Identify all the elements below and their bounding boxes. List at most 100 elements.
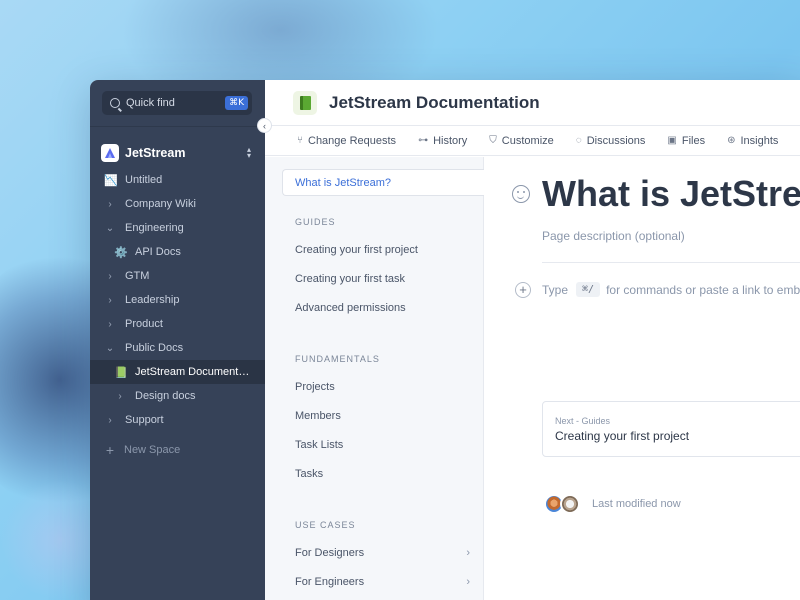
page-tree-item[interactable]: Task Lists: [295, 439, 470, 451]
chevron-right-icon[interactable]: ›: [104, 415, 116, 426]
quick-find-label: Quick find: [126, 97, 175, 109]
sidebar-item-engineering[interactable]: ⌄ Engineering: [90, 216, 265, 240]
chevron-right-icon[interactable]: ›: [104, 319, 116, 330]
next-page-label: Next - Guides: [555, 416, 611, 426]
tab-files[interactable]: ▣ Files: [667, 135, 705, 147]
sidebar: Quick find ⌘K JetStream ▴ ▾ 📉 Untitled › …: [90, 80, 265, 600]
workspace-name: JetStream: [125, 146, 186, 160]
tab-insights[interactable]: ⊛ Insights: [727, 135, 778, 147]
type-prefix: Type: [542, 282, 569, 297]
page-header: JetStream Documentation: [265, 80, 800, 126]
chevron-down-icon[interactable]: ⌄: [104, 343, 116, 354]
sidebar-nav: 📉 Untitled › Company Wiki ⌄ Engineering …: [90, 168, 265, 462]
page-tree-item[interactable]: Tasks: [295, 468, 470, 480]
editor-placeholder[interactable]: Type ⌘/ for commands or paste a link to …: [542, 282, 800, 297]
chevron-right-icon[interactable]: ›: [104, 271, 116, 282]
sidebar-item-label: Product: [125, 318, 163, 330]
sidebar-item-label: GTM: [125, 270, 150, 282]
sidebar-item-label: Support: [125, 414, 164, 426]
sidebar-item-label: API Docs: [135, 246, 181, 258]
sidebar-item-label: Design docs: [135, 390, 196, 402]
add-emoji-icon[interactable]: [512, 185, 530, 203]
sidebar-item-label: Leadership: [125, 294, 180, 306]
page-content: What is JetStream? Page description (opt…: [484, 157, 800, 600]
chat-icon: ◌: [575, 135, 582, 146]
sidebar-item-untitled[interactable]: 📉 Untitled: [90, 168, 265, 192]
chevron-right-icon[interactable]: ›: [466, 547, 470, 559]
book-icon[interactable]: [293, 90, 317, 115]
plus-icon: +: [105, 442, 115, 458]
type-suffix: for commands or paste a link to embed co…: [606, 282, 800, 297]
sidebar-item-product[interactable]: › Product: [90, 312, 265, 336]
section-heading-use-cases: USE CASES: [295, 520, 356, 530]
page-tree-item[interactable]: Advanced permissions: [295, 302, 470, 314]
page-tree-item[interactable]: Creating your first project: [295, 244, 470, 256]
page-title[interactable]: What is JetStream?: [542, 173, 800, 215]
command-shortcut: ⌘/: [576, 282, 601, 297]
search-icon: [110, 98, 120, 108]
sidebar-item-support[interactable]: › Support: [90, 408, 265, 432]
book-emoji-icon: 📗: [114, 366, 128, 379]
sidebar-divider: [90, 126, 265, 127]
section-heading-fundamentals: FUNDAMENTALS: [295, 354, 380, 364]
quick-find-shortcut: ⌘K: [225, 96, 248, 110]
collapse-sidebar-button[interactable]: ‹: [257, 118, 272, 133]
chevron-right-icon[interactable]: ›: [104, 199, 116, 210]
tab-label: History: [433, 134, 468, 147]
sidebar-item-label: Engineering: [125, 222, 184, 234]
sidebar-item-api-docs[interactable]: ⚙️ API Docs: [90, 240, 265, 264]
image-icon: ▣: [667, 135, 677, 146]
chevron-right-icon[interactable]: ›: [104, 295, 116, 306]
chart-emoji-icon: 📉: [104, 174, 118, 187]
jetstream-logo-icon: [101, 144, 119, 162]
branch-icon: ⑂: [297, 135, 303, 146]
chevron-right-icon[interactable]: ›: [114, 391, 126, 402]
gear-emoji-icon: ⚙️: [114, 246, 128, 259]
quick-find-button[interactable]: Quick find ⌘K: [102, 91, 252, 115]
avatar[interactable]: [560, 494, 580, 514]
insights-icon: ⊛: [727, 135, 736, 146]
brush-icon: ⛉: [489, 135, 497, 146]
page-tree-item[interactable]: Projects: [295, 381, 470, 393]
workspace-switcher[interactable]: JetStream ▴ ▾: [101, 144, 251, 162]
page-tree: What is JetStream? GUIDES Creating your …: [265, 157, 484, 600]
tab-label: Files: [681, 134, 706, 147]
page-tree-item[interactable]: For Designers ›: [295, 547, 470, 559]
page-tree-item[interactable]: Members: [295, 410, 470, 422]
contributors: Last modified now: [544, 494, 681, 514]
page-tree-item-active[interactable]: What is JetStream?: [282, 169, 484, 196]
sidebar-item-leadership[interactable]: › Leadership: [90, 288, 265, 312]
page-tree-item[interactable]: Creating your first task: [295, 273, 470, 285]
next-page-card[interactable]: Next - Guides Creating your first projec…: [542, 401, 800, 457]
tab-history[interactable]: ⊶ History: [418, 135, 467, 147]
sidebar-item-public-docs[interactable]: ⌄ Public Docs: [90, 336, 265, 360]
add-block-icon[interactable]: +: [515, 282, 531, 298]
sidebar-item-label: Public Docs: [125, 342, 184, 354]
page-description-input[interactable]: Page description (optional): [542, 229, 685, 243]
toolbar-tabs: ⑂ Change Requests ⊶ History ⛉ Customize …: [265, 126, 800, 156]
tab-label: Discussions: [586, 134, 646, 147]
last-modified-text: Last modified now: [592, 498, 681, 510]
next-page-title: Creating your first project: [555, 429, 690, 443]
sidebar-item-company-wiki[interactable]: › Company Wiki: [90, 192, 265, 216]
tab-change-requests[interactable]: ⑂ Change Requests: [297, 135, 396, 147]
page-tree-item[interactable]: For Engineers ›: [295, 576, 470, 588]
chevron-down-icon[interactable]: ⌄: [104, 223, 116, 234]
sidebar-item-jetstream-documentation[interactable]: 📗 JetStream Document…: [90, 360, 265, 384]
new-space-button[interactable]: + New Space: [90, 438, 265, 462]
sidebar-item-gtm[interactable]: › GTM: [90, 264, 265, 288]
sidebar-item-label: Company Wiki: [125, 198, 196, 210]
sidebar-item-design-docs[interactable]: › Design docs: [90, 384, 265, 408]
chevron-right-icon[interactable]: ›: [466, 576, 470, 588]
content-divider: [542, 262, 800, 263]
tab-customize[interactable]: ⛉ Customize: [489, 135, 553, 147]
new-space-label: New Space: [124, 444, 181, 456]
space-title: JetStream Documentation: [329, 92, 540, 112]
tab-label: Insights: [740, 134, 779, 147]
tab-label: Customize: [501, 134, 554, 147]
tab-discussions[interactable]: ◌ Discussions: [576, 135, 646, 147]
history-icon: ⊶: [418, 135, 429, 146]
sidebar-item-label: JetStream Document…: [135, 366, 250, 378]
tab-label: Change Requests: [308, 134, 397, 147]
sidebar-item-label: Untitled: [125, 174, 163, 186]
